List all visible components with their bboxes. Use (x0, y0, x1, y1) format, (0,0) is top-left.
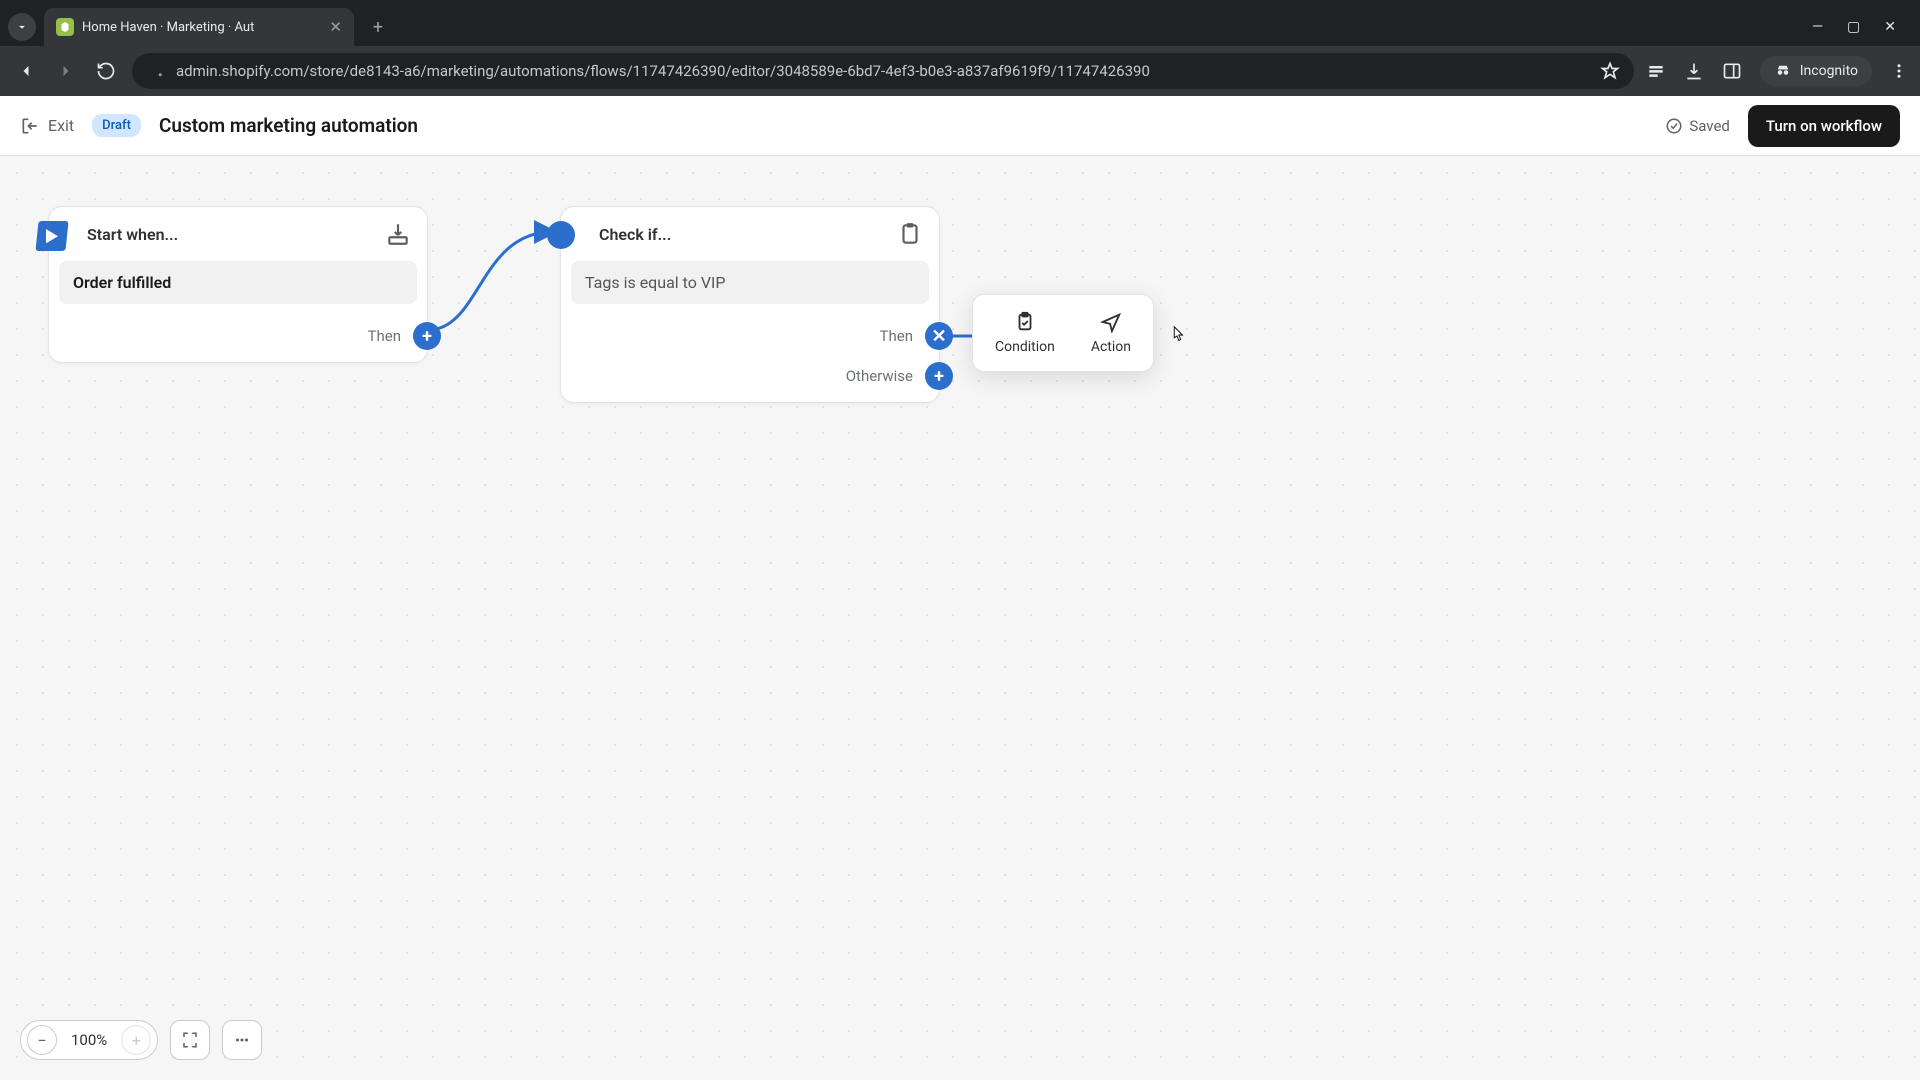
close-window-icon[interactable]: ✕ (1884, 19, 1896, 35)
incognito-icon (1774, 62, 1792, 80)
site-settings-icon[interactable] (146, 62, 164, 80)
toolbar-right: Incognito (1646, 56, 1908, 86)
more-horizontal-icon (233, 1031, 251, 1049)
zoom-control: − 100% + (20, 1020, 158, 1060)
clipboard-icon[interactable] (897, 221, 923, 247)
workflow-canvas[interactable]: Start when... Order fulfilled Then + Che… (0, 156, 1920, 1080)
condition-then-cancel-button[interactable]: ✕ (925, 322, 953, 350)
popover-action-label: Action (1091, 339, 1131, 355)
new-tab-button[interactable]: + (364, 17, 392, 38)
turn-on-workflow-button[interactable]: Turn on workflow (1748, 105, 1900, 147)
tab-close-icon[interactable]: ✕ (329, 18, 342, 36)
url-text: admin.shopify.com/store/de8143-a6/market… (176, 62, 1588, 80)
condition-badge-icon (547, 221, 575, 249)
condition-otherwise-add-button[interactable]: + (925, 362, 953, 390)
incognito-label: Incognito (1800, 63, 1858, 79)
popover-condition-label: Condition (995, 339, 1055, 355)
condition-then-label: Then (880, 327, 913, 345)
side-panel-icon[interactable] (1722, 61, 1742, 81)
more-options-button[interactable] (222, 1020, 262, 1060)
condition-rule: Tags is equal to VIP (571, 261, 929, 304)
tab-search-dropdown[interactable] (8, 13, 36, 41)
fit-view-button[interactable] (170, 1020, 210, 1060)
fit-view-icon (181, 1031, 199, 1049)
cursor-pointer-icon (1166, 324, 1188, 346)
trigger-node[interactable]: Start when... Order fulfilled Then + (48, 206, 428, 363)
exit-button[interactable]: Exit (20, 116, 74, 136)
url-box[interactable]: admin.shopify.com/store/de8143-a6/market… (132, 53, 1634, 89)
tab-strip: Home Haven · Marketing · Aut ✕ + — ▢ ✕ (0, 0, 1920, 46)
reload-button[interactable] (92, 57, 120, 85)
app-header: Exit Draft Custom marketing automation S… (0, 96, 1920, 156)
back-button[interactable] (12, 57, 40, 85)
popover-condition-option[interactable]: Condition (977, 305, 1073, 361)
clipboard-check-icon (1014, 311, 1036, 333)
tab-title: Home Haven · Marketing · Aut (82, 20, 321, 35)
saved-status: Saved (1665, 117, 1730, 135)
kebab-menu-icon[interactable] (1890, 62, 1908, 80)
exit-icon (20, 116, 40, 136)
add-step-popover: Condition Action (972, 294, 1154, 372)
import-icon[interactable] (385, 221, 411, 247)
minimize-icon[interactable]: — (1812, 19, 1823, 35)
popover-action-option[interactable]: Action (1073, 305, 1149, 361)
media-control-icon[interactable] (1646, 61, 1666, 81)
zoom-in-button[interactable]: + (121, 1025, 151, 1055)
condition-otherwise-label: Otherwise (846, 367, 913, 385)
download-icon[interactable] (1684, 61, 1704, 81)
shopify-favicon-icon (56, 18, 74, 36)
maximize-icon[interactable]: ▢ (1847, 19, 1860, 35)
forward-button[interactable] (52, 57, 80, 85)
bookmark-star-icon[interactable] (1600, 61, 1620, 81)
trigger-add-button[interactable]: + (413, 322, 441, 350)
zoom-value: 100% (59, 1031, 119, 1049)
trigger-then-label: Then (368, 327, 401, 345)
browser-chrome: Home Haven · Marketing · Aut ✕ + — ▢ ✕ a… (0, 0, 1920, 96)
exit-label: Exit (48, 116, 74, 135)
page-title: Custom marketing automation (159, 114, 418, 137)
saved-label: Saved (1689, 117, 1730, 135)
condition-title: Check if... (599, 225, 885, 244)
draft-badge: Draft (92, 114, 141, 137)
address-bar: admin.shopify.com/store/de8143-a6/market… (0, 46, 1920, 96)
canvas-footer: − 100% + (20, 1020, 262, 1060)
chevron-down-icon (15, 20, 29, 34)
zoom-out-button[interactable]: − (27, 1025, 57, 1055)
window-controls: — ▢ ✕ (1812, 19, 1912, 35)
send-icon (1100, 311, 1122, 333)
trigger-event: Order fulfilled (59, 261, 417, 304)
trigger-badge-icon (35, 221, 68, 251)
incognito-indicator[interactable]: Incognito (1760, 56, 1872, 86)
browser-tab[interactable]: Home Haven · Marketing · Aut ✕ (44, 8, 354, 46)
check-circle-icon (1665, 117, 1683, 135)
trigger-title: Start when... (87, 225, 373, 244)
condition-node[interactable]: Check if... Tags is equal to VIP Then ✕ … (560, 206, 940, 403)
